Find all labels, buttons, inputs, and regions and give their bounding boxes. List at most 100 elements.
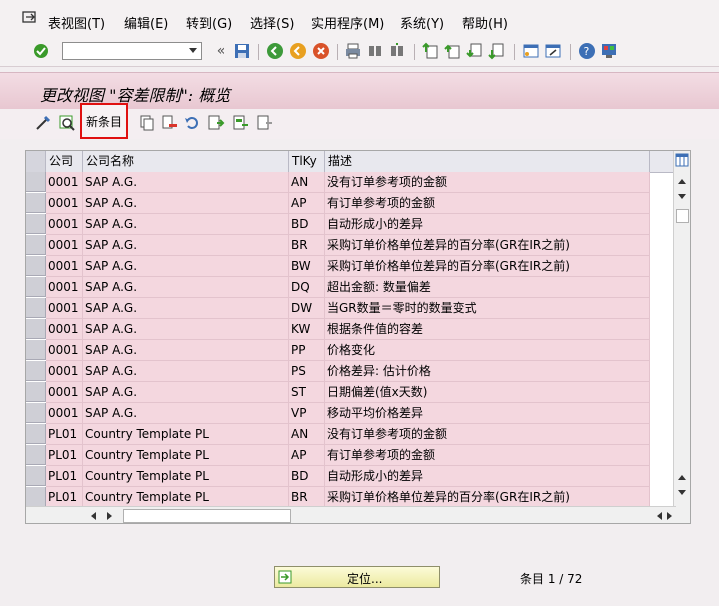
cell-company-name[interactable]: SAP A.G. — [83, 277, 289, 298]
menu-table-view[interactable]: 表视图(T) — [48, 13, 105, 32]
previous-page-icon[interactable] — [444, 42, 462, 60]
customize-layout-icon[interactable] — [600, 42, 618, 60]
cell-company[interactable]: 0001 — [46, 277, 83, 298]
exit-icon[interactable] — [289, 42, 307, 60]
enter-check-icon[interactable] — [32, 42, 50, 60]
find-next-icon[interactable] — [388, 42, 406, 60]
cell-tolerance-key[interactable]: BD — [289, 214, 325, 235]
row-selector[interactable] — [26, 361, 46, 381]
menu-help[interactable]: 帮助(H) — [462, 13, 508, 32]
column-header-tolerance-key[interactable]: TlKy — [289, 151, 325, 172]
select-block-icon[interactable] — [232, 114, 250, 132]
table-row[interactable]: 0001 SAP A.G. VP 移动平均价格差异 — [26, 403, 676, 424]
cell-company[interactable]: 0001 — [46, 319, 83, 340]
table-row[interactable]: 0001 SAP A.G. AN 没有订单参考项的金额 — [26, 172, 676, 193]
sap-menu-icon[interactable] — [22, 11, 38, 25]
cell-description[interactable]: 采购订单价格单位差异的百分率(GR在IR之前) — [325, 256, 650, 277]
chevron-down-icon[interactable] — [189, 48, 197, 53]
row-selector[interactable] — [26, 277, 46, 297]
cell-company[interactable]: 0001 — [46, 256, 83, 277]
row-selector[interactable] — [26, 424, 46, 444]
cell-description[interactable]: 价格变化 — [325, 340, 650, 361]
cell-tolerance-key[interactable]: BD — [289, 466, 325, 487]
table-row[interactable]: 0001 SAP A.G. BD 自动形成小的差异 — [26, 214, 676, 235]
cell-tolerance-key[interactable]: VP — [289, 403, 325, 424]
cell-company-name[interactable]: SAP A.G. — [83, 382, 289, 403]
cell-description[interactable]: 自动形成小的差异 — [325, 214, 650, 235]
cell-company[interactable]: PL01 — [46, 445, 83, 466]
cell-company[interactable]: PL01 — [46, 424, 83, 445]
column-header-company-name[interactable]: 公司名称 — [83, 151, 289, 172]
cell-company[interactable]: 0001 — [46, 172, 83, 193]
scroll-down-bottom-icon[interactable] — [677, 489, 687, 497]
scroll-right-end-icon[interactable] — [666, 511, 674, 521]
table-row[interactable]: 0001 SAP A.G. DQ 超出金额: 数量偏差 — [26, 277, 676, 298]
cell-tolerance-key[interactable]: ST — [289, 382, 325, 403]
cell-description[interactable]: 采购订单价格单位差异的百分率(GR在IR之前) — [325, 487, 650, 508]
cell-tolerance-key[interactable]: BW — [289, 256, 325, 277]
back-icon[interactable] — [266, 42, 284, 60]
cell-company[interactable]: 0001 — [46, 382, 83, 403]
table-row[interactable]: 0001 SAP A.G. PP 价格变化 — [26, 340, 676, 361]
collapse-command-icon[interactable]: « — [212, 42, 230, 60]
first-page-icon[interactable] — [422, 42, 440, 60]
cell-description[interactable]: 价格差异: 估计价格 — [325, 361, 650, 382]
select-all-icon[interactable] — [207, 114, 225, 132]
cell-tolerance-key[interactable]: AN — [289, 172, 325, 193]
table-row[interactable]: 0001 SAP A.G. BW 采购订单价格单位差异的百分率(GR在IR之前) — [26, 256, 676, 277]
cell-tolerance-key[interactable]: AP — [289, 445, 325, 466]
cell-tolerance-key[interactable]: AN — [289, 424, 325, 445]
cell-tolerance-key[interactable]: PS — [289, 361, 325, 382]
table-row[interactable]: 0001 SAP A.G. AP 有订单参考项的金额 — [26, 193, 676, 214]
cell-company[interactable]: 0001 — [46, 340, 83, 361]
cell-description[interactable]: 移动平均价格差异 — [325, 403, 650, 424]
cell-tolerance-key[interactable]: DW — [289, 298, 325, 319]
scroll-down-icon[interactable] — [677, 193, 687, 201]
cell-description[interactable]: 超出金额: 数量偏差 — [325, 277, 650, 298]
save-icon[interactable] — [233, 42, 251, 60]
cell-tolerance-key[interactable]: DQ — [289, 277, 325, 298]
cell-company-name[interactable]: SAP A.G. — [83, 256, 289, 277]
print-icon[interactable] — [344, 42, 362, 60]
cell-company-name[interactable]: SAP A.G. — [83, 193, 289, 214]
delete-icon[interactable] — [160, 114, 178, 132]
cell-company[interactable]: PL01 — [46, 466, 83, 487]
row-selector[interactable] — [26, 403, 46, 423]
row-selector[interactable] — [26, 445, 46, 465]
table-row[interactable]: 0001 SAP A.G. PS 价格差异: 估计价格 — [26, 361, 676, 382]
row-selector[interactable] — [26, 172, 46, 192]
menu-system[interactable]: 系统(Y) — [400, 13, 444, 32]
cell-company[interactable]: 0001 — [46, 361, 83, 382]
cell-company-name[interactable]: SAP A.G. — [83, 403, 289, 424]
row-selector[interactable] — [26, 487, 46, 507]
next-page-icon[interactable] — [466, 42, 484, 60]
cell-company-name[interactable]: Country Template PL — [83, 466, 289, 487]
cell-company[interactable]: 0001 — [46, 298, 83, 319]
cell-tolerance-key[interactable]: BR — [289, 487, 325, 508]
cell-description[interactable]: 没有订单参考项的金额 — [325, 172, 650, 193]
row-selector[interactable] — [26, 466, 46, 486]
cell-company[interactable]: 0001 — [46, 235, 83, 256]
cell-company-name[interactable]: SAP A.G. — [83, 172, 289, 193]
table-row[interactable]: 0001 SAP A.G. DW 当GR数量＝零时的数量变式 — [26, 298, 676, 319]
copy-as-icon[interactable] — [138, 114, 156, 132]
table-row[interactable]: PL01 Country Template PL AP 有订单参考项的金额 — [26, 445, 676, 466]
cell-company-name[interactable]: SAP A.G. — [83, 298, 289, 319]
scroll-right-icon[interactable] — [106, 511, 114, 521]
cell-company-name[interactable]: SAP A.G. — [83, 319, 289, 340]
menu-selection[interactable]: 选择(S) — [250, 13, 294, 32]
create-session-icon[interactable] — [522, 42, 540, 60]
display-change-icon[interactable] — [34, 114, 52, 132]
table-settings-icon[interactable] — [675, 153, 689, 167]
cell-description[interactable]: 自动形成小的差异 — [325, 466, 650, 487]
shortcut-icon[interactable] — [544, 42, 562, 60]
scroll-left-icon[interactable] — [89, 511, 97, 521]
position-button[interactable]: 定位... — [274, 566, 440, 588]
cell-company-name[interactable]: SAP A.G. — [83, 214, 289, 235]
table-row[interactable]: 0001 SAP A.G. KW 根据条件值的容差 — [26, 319, 676, 340]
vertical-scrollbar[interactable] — [673, 151, 690, 523]
new-entries-button[interactable]: 新条目 — [80, 103, 128, 139]
table-row[interactable]: PL01 Country Template PL BD 自动形成小的差异 — [26, 466, 676, 487]
cell-company[interactable]: 0001 — [46, 403, 83, 424]
row-selector[interactable] — [26, 340, 46, 360]
